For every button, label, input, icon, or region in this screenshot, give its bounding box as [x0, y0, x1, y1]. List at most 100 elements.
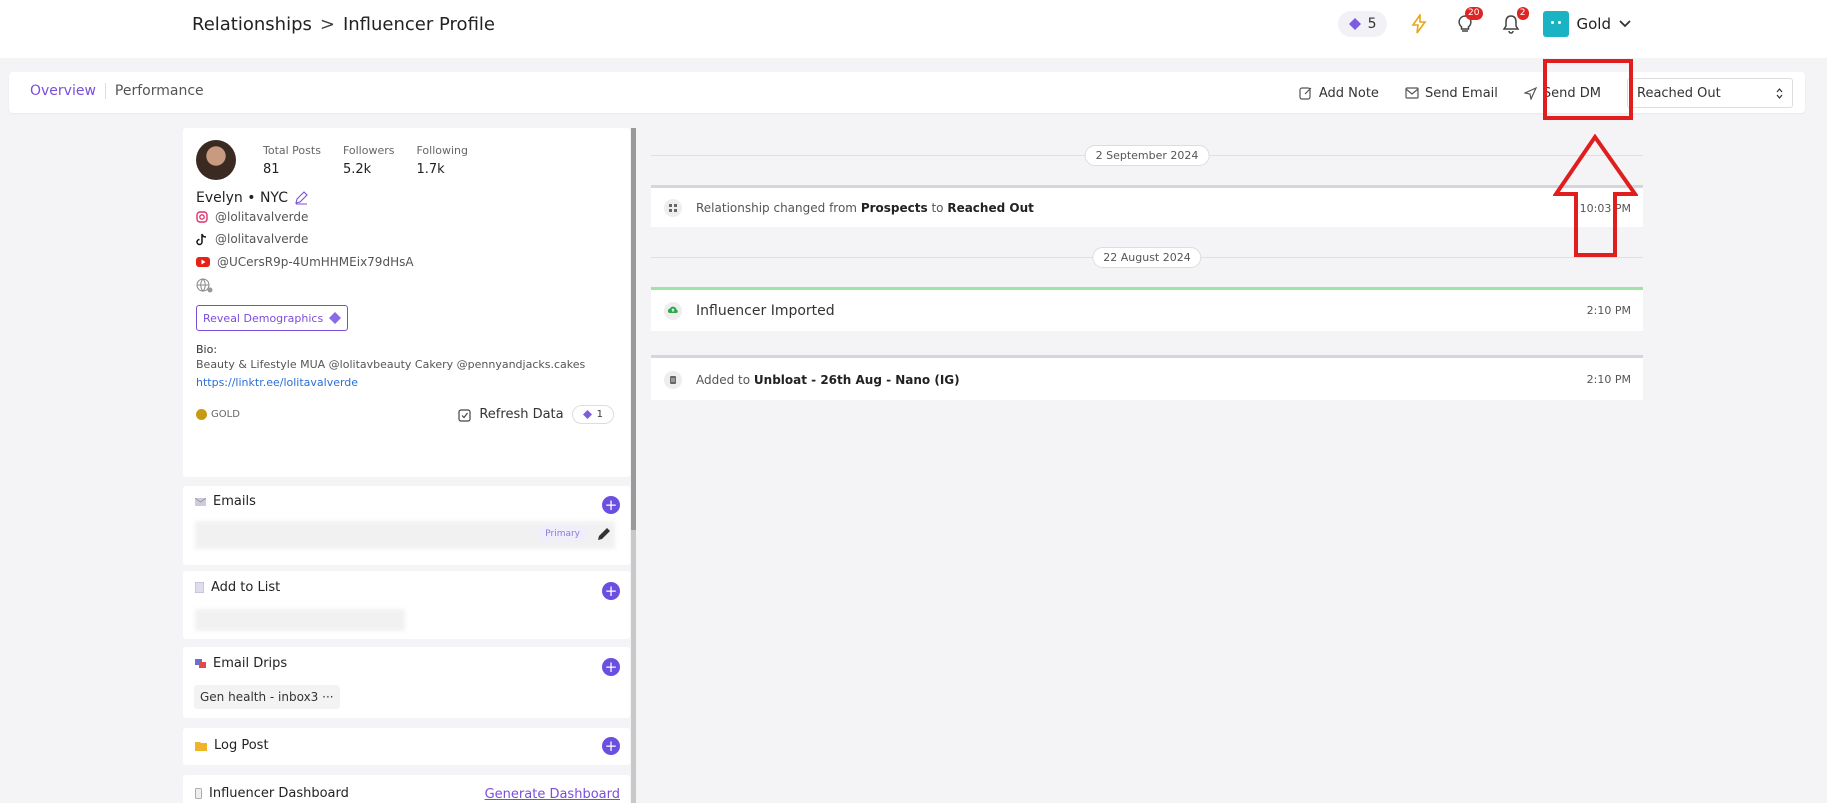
log-post-button[interactable]: +	[602, 737, 620, 755]
refresh-check-icon	[458, 408, 471, 422]
youtube-handle-text: @UCersR9p-4UmHHMEix79dHsA	[217, 255, 414, 269]
event-to-status: Reached Out	[947, 201, 1034, 215]
diamond-icon	[329, 312, 342, 324]
tiktok-handle[interactable]: @lolitavalverde	[196, 232, 308, 246]
credits-counter[interactable]: 5	[1337, 11, 1387, 37]
add-email-button[interactable]: +	[602, 496, 620, 514]
event-text: Influencer Imported	[696, 303, 835, 319]
stat-following: Following 1.7k	[416, 144, 468, 177]
event-text: Relationship changed from Prospects to R…	[696, 201, 1034, 215]
clipboard-icon	[664, 371, 682, 389]
globe-icon	[196, 278, 213, 293]
grid-icon	[664, 199, 682, 217]
add-to-list-header: Add to List	[195, 580, 280, 595]
event-text: Added to Unbloat - 26th Aug - Nano (IG)	[696, 373, 960, 387]
event-prefix: Added to	[696, 373, 754, 387]
add-to-list-section: Add to List +	[183, 571, 630, 639]
event-time: 2:10 PM	[1586, 304, 1631, 317]
stat-label: Followers	[342, 144, 395, 157]
add-to-list-button[interactable]: +	[602, 582, 620, 600]
add-to-list-title: Add to List	[211, 580, 281, 595]
reveal-demographics-button[interactable]: Reveal Demographics	[196, 305, 349, 331]
instagram-icon	[196, 211, 208, 223]
email-drips-section: Email Drips + Gen health - inbox3 ···	[183, 647, 630, 718]
account-avatar	[1542, 11, 1569, 37]
gold-medal-icon	[196, 409, 207, 420]
date-pill: 2 September 2024	[1084, 145, 1210, 166]
drip-chip[interactable]: Gen health - inbox3 ···	[194, 685, 340, 709]
pencil-icon[interactable]	[294, 191, 308, 205]
tier-badge: GOLD	[196, 409, 240, 420]
log-post-section: Log Post +	[183, 728, 630, 765]
log-post-header: Log Post	[195, 738, 269, 753]
email-icon	[195, 497, 206, 506]
ideas-badge: 20	[1465, 7, 1483, 20]
profile-card: Total Posts 81 Followers 5.2k Following …	[183, 128, 630, 477]
profile-column: Total Posts 81 Followers 5.2k Following …	[183, 128, 630, 803]
annotation-arrow-up-icon	[1553, 134, 1638, 257]
influencer-dashboard-title: Influencer Dashboard	[209, 786, 349, 801]
edit-note-icon	[1299, 87, 1312, 100]
account-name: Gold	[1576, 15, 1612, 33]
emails-section: Emails + Primary	[183, 486, 630, 565]
sub-nav: Overview Performance Add Note Send Email…	[9, 72, 1805, 113]
profile-name: Evelyn • NYC	[196, 190, 288, 206]
drip-chip-more[interactable]: ···	[322, 690, 333, 704]
stat-value: 5.2k	[342, 162, 372, 177]
lightning-icon	[1410, 14, 1427, 34]
website-link[interactable]	[196, 278, 213, 293]
tab-overview[interactable]: Overview	[21, 83, 106, 99]
send-email-button[interactable]: Send Email	[1405, 86, 1498, 101]
left-scrollbar-thumb[interactable]	[631, 128, 636, 530]
generate-dashboard-link[interactable]: Generate Dashboard	[485, 787, 620, 802]
event-list-name: Unbloat - 26th Aug - Nano (IG)	[753, 373, 960, 387]
bio-label: Bio:	[196, 343, 218, 356]
reveal-demographics-label: Reveal Demographics	[203, 311, 324, 325]
ideas-button[interactable]: 20	[1451, 7, 1483, 38]
lightning-button[interactable]	[1405, 10, 1433, 38]
timeline-event: Added to Unbloat - 26th Aug - Nano (IG) …	[651, 355, 1643, 400]
youtube-handle[interactable]: @UCersR9p-4UmHHMEix79dHsA	[196, 255, 414, 269]
influencer-dashboard-header: Influencer Dashboard	[195, 786, 349, 801]
notifications-button[interactable]: 2	[1497, 7, 1529, 38]
phone-icon	[195, 788, 202, 799]
diamond-icon	[1348, 18, 1361, 30]
bio-link[interactable]: https://linktr.ee/lolitavalverde	[196, 376, 358, 389]
page-title: Influencer Profile	[342, 14, 495, 35]
emails-header: Emails	[195, 494, 256, 509]
add-note-button[interactable]: Add Note	[1299, 86, 1379, 101]
diamond-icon	[582, 410, 592, 419]
instagram-handle[interactable]: @lolitavalverde	[196, 210, 308, 224]
stat-total-posts: Total Posts 81	[263, 144, 321, 177]
relationship-status-select[interactable]: Reached Out	[1627, 78, 1793, 108]
timeline-event: Relationship changed from Prospects to R…	[651, 185, 1643, 227]
profile-tabs: Overview Performance	[21, 83, 213, 99]
tab-performance[interactable]: Performance	[106, 83, 213, 99]
status-value: Reached Out	[1637, 85, 1721, 101]
tier-label: GOLD	[211, 409, 240, 420]
breadcrumb: Relationships > Influencer Profile	[192, 14, 495, 35]
emails-title: Emails	[213, 494, 256, 509]
stat-label: Total Posts	[263, 144, 321, 157]
refresh-data-button[interactable]: Refresh Data	[479, 407, 563, 422]
list-input-redacted[interactable]	[195, 609, 405, 631]
bio-text: Beauty & Lifestyle MUA @lolitavbeauty Ca…	[196, 358, 586, 371]
stat-followers: Followers 5.2k	[343, 144, 395, 177]
refresh-cost-pill: 1	[571, 405, 614, 424]
drip-icon	[195, 659, 206, 668]
account-menu[interactable]: Gold	[1542, 11, 1632, 37]
breadcrumb-relationships[interactable]: Relationships	[192, 14, 312, 35]
event-time: 2:10 PM	[1586, 373, 1631, 386]
tiktok-icon	[196, 233, 207, 245]
send-email-label: Send Email	[1424, 85, 1498, 101]
event-from-status: Prospects	[860, 201, 928, 215]
credits-value: 5	[1367, 16, 1377, 32]
pencil-icon[interactable]	[596, 526, 612, 542]
chevron-down-icon	[1619, 20, 1631, 28]
date-pill: 22 August 2024	[1092, 247, 1202, 268]
add-email-drip-button[interactable]: +	[602, 658, 620, 676]
breadcrumb-separator: >	[319, 14, 335, 35]
log-post-title: Log Post	[214, 738, 269, 753]
influencer-dashboard-section: Influencer Dashboard Generate Dashboard	[183, 775, 630, 803]
add-note-label: Add Note	[1318, 85, 1379, 101]
